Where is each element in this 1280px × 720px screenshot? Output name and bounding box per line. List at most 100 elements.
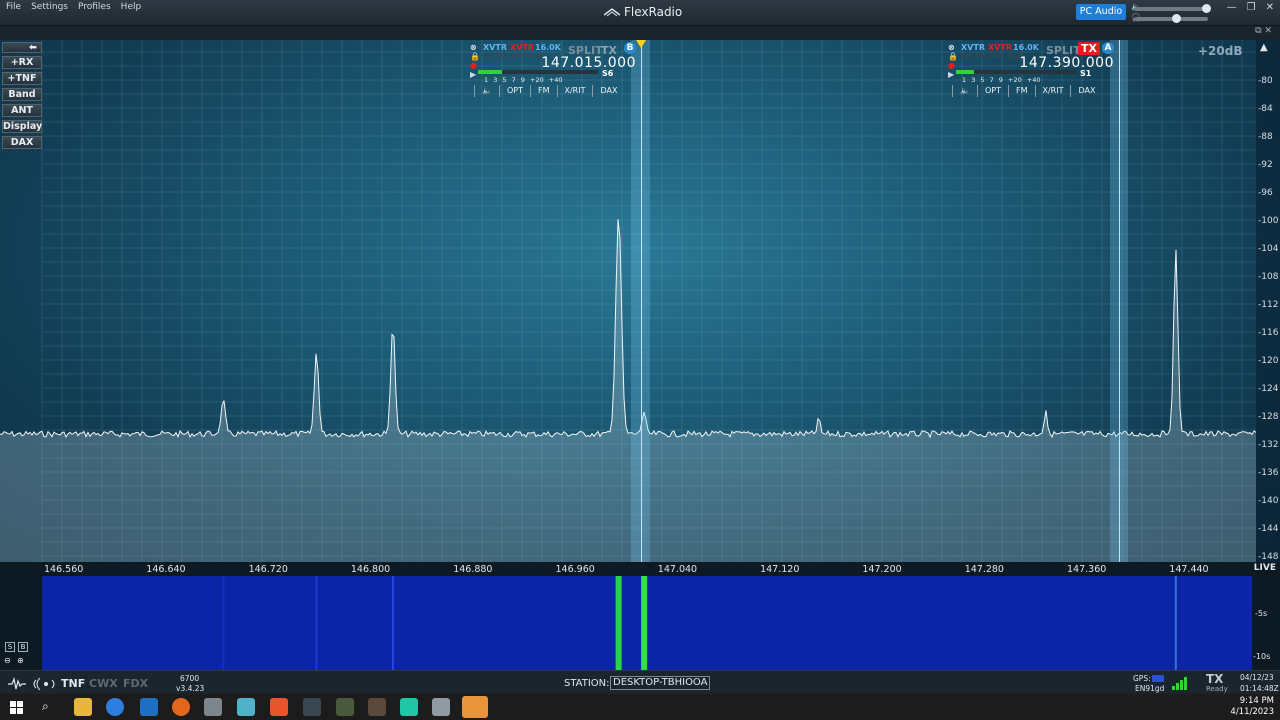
audio-mute-icon[interactable]: 🔈 [474,85,499,97]
headphone-knob[interactable] [1172,14,1181,23]
gps-status-icon [1152,675,1164,682]
brave-browser-icon[interactable] [270,698,288,716]
menu-file[interactable]: File [6,2,21,12]
clock-date: 4/11/2023 [1230,707,1274,717]
slice-b-flag[interactable]: ⊗ XVTR XVTR 16.0K NB NR ANF QSK 🔒 SPLIT … [470,41,638,99]
edge-browser-icon[interactable] [106,698,124,716]
mode-button[interactable]: FM [1007,85,1035,97]
panadapter-header: ⧉ ✕ [0,26,1280,40]
fdx-toggle[interactable]: FDX [123,677,148,690]
scale-up-icon[interactable]: ▲ [1260,42,1268,53]
vs-code-icon[interactable] [140,698,158,716]
waterfall-s-button[interactable]: S [5,642,15,652]
gps-label: GPS: [1133,674,1151,683]
signal-waveform-icon[interactable] [8,676,60,692]
bandwidth-label: 16.0K [1013,43,1039,52]
cat-app-icon[interactable] [368,698,386,716]
play-icon[interactable]: ▶ [470,70,476,79]
station-name[interactable]: DESKTOP-TBHIOOA [610,676,711,690]
pc-audio-button[interactable]: PC Audio [1076,4,1126,20]
clock-time: 9:14 PM [1239,696,1274,706]
slice-button-row: 🔈 OPT FM X/RIT DAX [952,85,1102,97]
close-button[interactable]: ✕ [1266,2,1274,13]
frequency-display[interactable]: 147.015.000 [541,55,636,71]
volume-knob[interactable] [1202,4,1211,13]
xrit-button[interactable]: X/RIT [1034,85,1071,97]
freq-tick-label: 147.440 [1169,564,1209,575]
waterfall-signal-trace [1174,576,1177,670]
tx-ready: Ready [1206,685,1228,693]
windows-start-icon[interactable] [10,701,23,714]
frequency-display[interactable]: 147.390.000 [1019,55,1114,71]
play-icon[interactable]: ▶ [948,70,954,79]
grid-square: EN91gd [1135,684,1165,693]
dax-button[interactable]: DAX [1070,85,1102,97]
slice-a-flag[interactable]: ⊗ XVTR XVTR 16.0K NB NR ANF QSK 🔒 SPLIT … [948,41,1116,99]
flexradio-taskbar-icon[interactable] [462,696,488,718]
flexradio-logo-icon [604,8,620,17]
opt-button[interactable]: OPT [498,85,530,97]
chat-app-icon[interactable] [400,698,418,716]
taskbar-clock[interactable]: 9:14 PM 4/11/2023 [1230,696,1274,718]
keyboard-app-icon[interactable] [204,698,222,716]
menu-help[interactable]: Help [121,2,142,12]
close-slice-icon[interactable]: ⊗ [470,43,477,52]
waterfall-signal-trace [222,576,225,670]
s-meter-fill [956,70,974,74]
waterfall-left-panel: S B ⊖ ⊕ [0,576,42,670]
firefox-icon[interactable] [172,698,190,716]
freq-tick-label: 147.360 [1067,564,1107,575]
master-volume-slider[interactable] [1134,4,1211,13]
lock-icon[interactable]: 🔒 [470,52,480,61]
menu-profiles[interactable]: Profiles [78,2,111,12]
db-tick-label: -128 [1258,412,1279,422]
db-tick-label: -112 [1258,300,1279,310]
db-tick-label: -80 [1258,76,1273,86]
opt-button[interactable]: OPT [976,85,1008,97]
waterfall-traces [222,576,1177,670]
s-meter-scale: 1 3 5 7 9 +20 +40 [484,76,563,84]
db-tick-label: -88 [1258,132,1273,142]
mode-button[interactable]: FM [529,85,557,97]
notes-app-icon[interactable] [237,698,255,716]
xrit-button[interactable]: X/RIT [556,85,593,97]
zoom-out-icon[interactable]: ⊖ [4,656,11,665]
waterfall-b-button[interactable]: B [18,642,28,652]
dsp-flags: NB NR ANF QSK [483,52,546,60]
file-explorer-icon[interactable] [74,698,92,716]
dax-button[interactable]: DAX [2,136,42,149]
record-icon[interactable]: ● [948,61,955,70]
collapse-arrow-icon[interactable]: ⬅ [2,42,42,53]
reference-level[interactable]: +20dB [1198,44,1243,58]
add-tnf-button[interactable]: +TNF [2,72,42,85]
lock-icon[interactable]: 🔒 [948,52,958,61]
menu-settings[interactable]: Settings [31,2,68,12]
menu-bar: File Settings Profiles Help [6,2,141,12]
sdr-app-icon[interactable] [303,698,321,716]
audio-mute-icon[interactable]: 🔈 [952,85,977,97]
add-rx-button[interactable]: +RX [2,56,42,69]
dax-button[interactable]: DAX [592,85,624,97]
network-app-icon[interactable] [432,698,450,716]
dax-app-icon[interactable] [336,698,354,716]
dsp-flags: NB NR ANF QSK [961,52,1024,60]
maximize-button[interactable]: ❐ [1247,2,1256,13]
headphone-volume-slider[interactable] [1134,14,1208,23]
zoom-in-icon[interactable]: ⊕ [17,656,24,665]
cwx-toggle[interactable]: CWX [89,677,118,690]
antenna-button[interactable]: ANT [2,104,42,117]
pan-close-icon[interactable]: ⧉ ✕ [1255,26,1272,36]
record-icon[interactable]: ● [470,61,477,70]
close-slice-icon[interactable]: ⊗ [948,43,955,52]
tnf-toggle[interactable]: TNF [61,677,85,690]
tx-button[interactable]: TX [1078,42,1100,55]
search-icon[interactable]: ⌕ [42,699,49,714]
left-button-panel: ⬅ +RX +TNF Band ANT Display DAX [2,42,42,152]
bandwidth-label: 16.0K [535,43,561,52]
display-button[interactable]: Display [2,120,42,133]
live-indicator: LIVE [1253,563,1276,573]
band-button[interactable]: Band [2,88,42,101]
waterfall[interactable] [42,576,1252,670]
minimize-button[interactable]: — [1227,2,1237,13]
spectrum-fill [0,219,1256,562]
